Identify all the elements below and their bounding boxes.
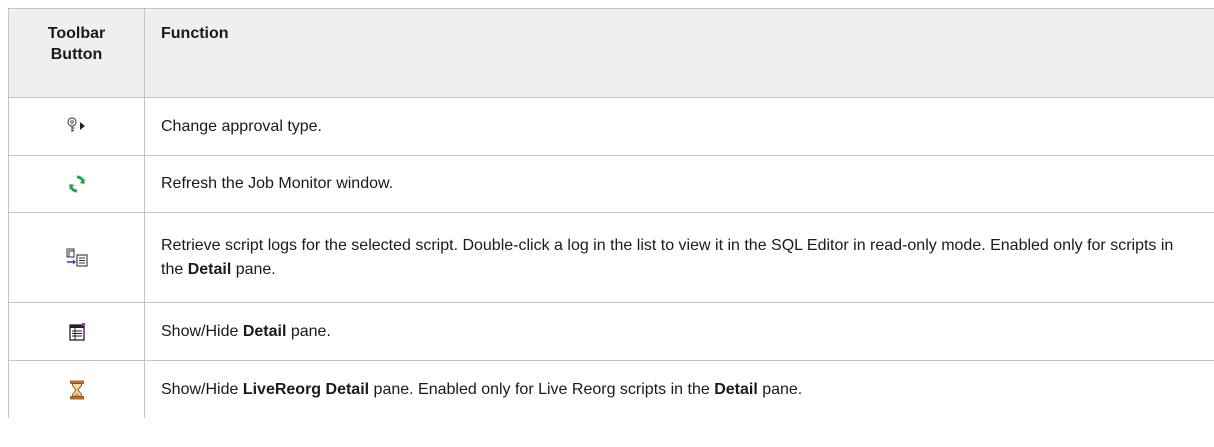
function-text-bold: Detail <box>242 322 287 340</box>
icon-cell <box>8 302 145 361</box>
function-cell: Change approval type. <box>144 97 1214 156</box>
function-text: pane. Enabled only for Live Reorg script… <box>369 380 715 398</box>
refresh-icon <box>67 174 87 194</box>
function-text: Change approval type. <box>161 117 322 135</box>
table-row: Show/Hide Detail pane. <box>8 302 1214 361</box>
retrieve-script-logs-icon <box>65 248 89 268</box>
header-function-label: Function <box>161 25 229 42</box>
function-text: pane. <box>757 380 803 398</box>
table-row: Change approval type. <box>8 97 1214 156</box>
function-text: pane. <box>286 322 331 340</box>
function-text: Refresh the Job Monitor window. <box>161 175 394 192</box>
function-cell: Retrieve script logs for the selected sc… <box>144 212 1214 303</box>
function-cell: Show/Hide Detail pane. <box>144 302 1214 361</box>
header-toolbar-button-line2: Button <box>50 46 103 63</box>
table-row: Retrieve script logs for the selected sc… <box>8 212 1214 303</box>
table-row: Refresh the Job Monitor window. <box>8 155 1214 213</box>
function-text: Show/Hide <box>161 322 243 340</box>
icon-cell <box>8 212 145 303</box>
function-text: Show/Hide <box>161 380 243 398</box>
function-text-bold: LiveReorg Detail <box>242 380 370 398</box>
header-toolbar-button: Toolbar Button <box>8 8 145 98</box>
function-cell: Refresh the Job Monitor window. <box>144 155 1214 213</box>
function-text: Retrieve script logs for the selected sc… <box>161 236 1174 278</box>
function-text-bold: Detail <box>187 260 232 278</box>
icon-cell <box>8 360 145 418</box>
function-text-bold: Detail <box>714 380 758 398</box>
header-toolbar-button-line1: Toolbar <box>47 25 106 42</box>
icon-cell <box>8 97 145 156</box>
header-function: Function <box>144 8 1214 98</box>
table-row: Show/Hide LiveReorg Detail pane. Enabled… <box>8 360 1214 418</box>
detail-pane-icon <box>67 322 87 342</box>
change-approval-type-icon <box>66 117 88 135</box>
table-header-row: Toolbar Button Function <box>8 8 1214 98</box>
icon-cell <box>8 155 145 213</box>
function-text: pane. <box>231 260 276 278</box>
function-cell: Show/Hide LiveReorg Detail pane. Enabled… <box>144 360 1214 418</box>
toolbar-buttons-table: Toolbar Button Function Change approval … <box>8 8 1214 418</box>
hourglass-icon <box>69 380 85 400</box>
document-page: Toolbar Button Function Change approval … <box>0 0 1214 447</box>
